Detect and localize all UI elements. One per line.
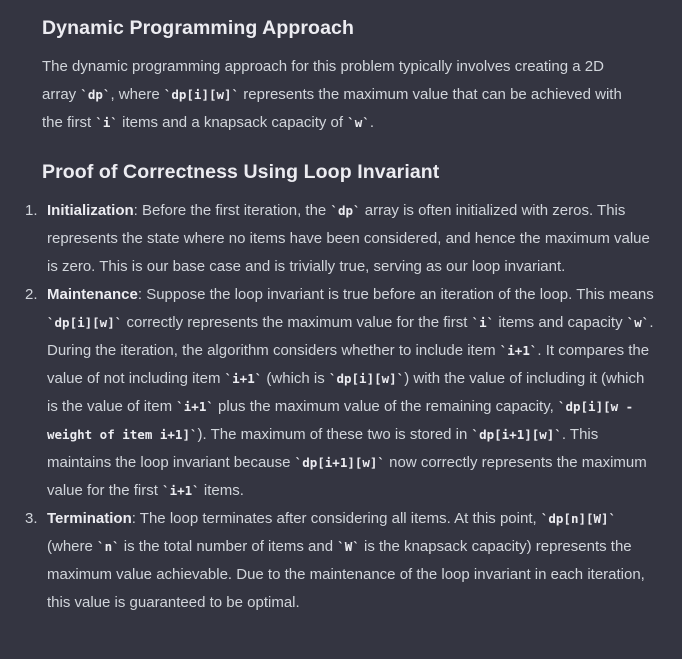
inline-code: i+1 (162, 483, 200, 498)
inline-code: dp[n][W] (541, 511, 616, 526)
text-span: : Suppose the loop invariant is true bef… (137, 286, 654, 303)
list-item-termination: 3. Termination: The loop terminates after… (0, 505, 682, 617)
list-item-maintenance: 2. Maintenance: Suppose the loop invarian… (0, 281, 682, 505)
inline-code: dp (80, 87, 110, 102)
step-label: Termination (47, 510, 132, 527)
list-number: 2. (25, 286, 38, 303)
text-span: plus the maximum value of the remaining … (213, 398, 558, 415)
text-span: is the total number of items and (119, 538, 338, 555)
list-item-initialization: 1. Initialization: Before the first itera… (0, 197, 682, 281)
inline-code: n (97, 539, 120, 554)
text-span: items. (199, 482, 244, 499)
text-span: items and a knapsack capacity of (117, 114, 348, 131)
inline-code: dp[i][w] (329, 371, 404, 386)
section-heading-proof: Proof of Correctness Using Loop Invarian… (42, 161, 440, 183)
inline-code: w (627, 315, 650, 330)
text-span: : Before the first iteration, the (133, 202, 331, 219)
text-span: correctly represents the maximum value f… (122, 314, 472, 331)
inline-code: w (347, 115, 370, 130)
text-span: . (369, 114, 375, 131)
inline-code: i+1 (176, 399, 214, 414)
inline-code: dp (330, 203, 360, 218)
inline-code: dp[i+1][w] (472, 427, 562, 442)
inline-code: i+1 (225, 371, 263, 386)
list-number: 3. (25, 510, 38, 527)
inline-code: W (337, 539, 360, 554)
section-heading-dp-approach: Dynamic Programming Approach (42, 17, 354, 39)
inline-code: i (95, 115, 118, 130)
text-span: (where (47, 538, 98, 555)
inline-code: i (472, 315, 495, 330)
text-span: : The loop terminates after considering … (131, 510, 541, 527)
inline-code: dp[i+1][w] (295, 455, 385, 470)
inline-code: dp[i][w] (47, 315, 122, 330)
text-span: items and capacity (494, 314, 627, 331)
proof-steps-list: 1. Initialization: Before the first itera… (0, 197, 682, 617)
step-label: Maintenance (47, 286, 138, 303)
dp-approach-paragraph: The dynamic programming approach for thi… (42, 53, 642, 137)
step-label: Initialization (47, 202, 134, 219)
chat-message-content: Dynamic Programming Approach The dynamic… (0, 0, 682, 659)
list-number: 1. (25, 202, 38, 219)
inline-code: dp[i][w] (164, 87, 239, 102)
inline-code: i+1 (500, 343, 538, 358)
text-span: ). The maximum of these two is stored in (197, 426, 472, 443)
text-span: (which is (262, 370, 329, 387)
text-span: , where (110, 86, 164, 103)
